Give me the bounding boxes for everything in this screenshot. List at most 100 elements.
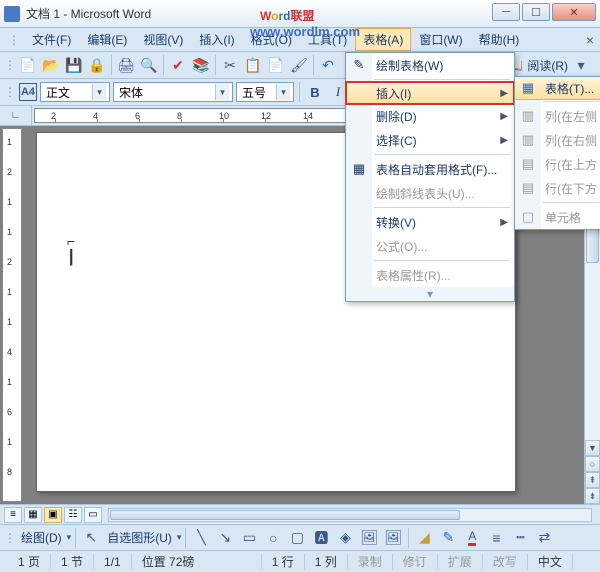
- wordart-button[interactable]: 🅰: [310, 527, 332, 549]
- menu-insert[interactable]: 插入(I): [191, 28, 242, 51]
- draw-menu[interactable]: 绘图(D): [18, 529, 65, 546]
- insert-submenu: ▦ 表格(T)... ▥ 列(在左侧 ▥ 列(在右侧 ▤ 行(在上方 ▤ 行(在…: [514, 76, 600, 230]
- style-combo[interactable]: 正文▾: [40, 82, 110, 102]
- chevron-down-icon: ▾: [92, 84, 106, 100]
- vertical-ruler[interactable]: 121121141618: [2, 128, 22, 502]
- menu-expand[interactable]: ▾: [346, 287, 514, 301]
- dash-style-button[interactable]: ┅: [509, 527, 531, 549]
- tab-selector[interactable]: ∟: [0, 106, 32, 125]
- web-view-button[interactable]: ▦: [24, 507, 42, 523]
- cut-button[interactable]: ✂: [219, 54, 241, 76]
- normal-view-button[interactable]: ≡: [4, 507, 22, 523]
- table-icon: ▦: [519, 79, 537, 97]
- row-above-icon: ▤: [519, 155, 537, 173]
- menu-help[interactable]: 帮助(H): [471, 28, 528, 51]
- menu-close-icon[interactable]: ×: [586, 32, 594, 48]
- textbox-button[interactable]: ▢: [286, 527, 308, 549]
- picture-button[interactable]: 🖼: [382, 527, 404, 549]
- status-revision[interactable]: 修订: [393, 554, 438, 570]
- maximize-button[interactable]: ☐: [522, 3, 550, 21]
- status-extend[interactable]: 扩展: [438, 554, 483, 570]
- status-column: 1 列: [305, 554, 348, 570]
- line-style-button[interactable]: ≡: [485, 527, 507, 549]
- grip-icon: ⋮: [4, 531, 16, 545]
- toolbar-options-button[interactable]: ▾: [570, 54, 592, 76]
- print-view-button[interactable]: ▣: [44, 507, 62, 523]
- status-page: 1 页: [8, 554, 51, 570]
- watermark-logo: Word联盟: [260, 2, 314, 24]
- minimize-button[interactable]: ─: [492, 3, 520, 21]
- font-size-combo[interactable]: 五号▾: [236, 82, 294, 102]
- arrow-style-button[interactable]: ⇄: [533, 527, 555, 549]
- format-painter-button[interactable]: 🖌: [288, 54, 310, 76]
- horizontal-scrollbar[interactable]: [108, 508, 592, 522]
- menu-delete[interactable]: 删除(D) ▶: [346, 104, 514, 128]
- rectangle-button[interactable]: ▭: [238, 527, 260, 549]
- next-page-button[interactable]: ⇟: [585, 488, 600, 504]
- styles-pane-button[interactable]: A4: [19, 83, 37, 101]
- menu-convert[interactable]: 转换(V) ▶: [346, 210, 514, 234]
- submenu-col-right: ▥ 列(在右侧: [515, 128, 600, 152]
- hscroll-thumb[interactable]: [110, 510, 460, 520]
- submenu-row-below: ▤ 行(在下方: [515, 176, 600, 200]
- research-button[interactable]: 📚: [190, 54, 212, 76]
- table-dropdown: ✎ 绘制表格(W) 插入(I) ▶ 删除(D) ▶ 选择(C) ▶ ▦ 表格自动…: [345, 52, 515, 302]
- menu-insert[interactable]: 插入(I) ▶: [345, 81, 515, 105]
- bold-button[interactable]: B: [305, 82, 325, 102]
- arrow-button[interactable]: ↘: [214, 527, 236, 549]
- menu-window[interactable]: 窗口(W): [411, 28, 470, 51]
- status-position: 位置 72磅: [132, 554, 262, 570]
- select-objects-button[interactable]: ↖: [80, 527, 102, 549]
- outline-view-button[interactable]: ☷: [64, 507, 82, 523]
- font-combo[interactable]: 宋体▾: [113, 82, 233, 102]
- preview-button[interactable]: 🔍: [138, 54, 160, 76]
- reading-view-button[interactable]: ▭: [84, 507, 102, 523]
- column-right-icon: ▥: [519, 131, 537, 149]
- undo-button[interactable]: ↶: [317, 54, 339, 76]
- menu-view[interactable]: 视图(V): [135, 28, 191, 51]
- clipart-button[interactable]: 🖼: [358, 527, 380, 549]
- chevron-down-icon: ▾: [67, 532, 72, 543]
- submenu-insert-table[interactable]: ▦ 表格(T)...: [514, 76, 600, 100]
- prev-page-button[interactable]: ⇞: [585, 472, 600, 488]
- permission-button[interactable]: 🔒: [86, 54, 108, 76]
- diagram-button[interactable]: ◈: [334, 527, 356, 549]
- menu-table[interactable]: 表格(A): [355, 28, 411, 51]
- statusbar: 1 页 1 节 1/1 位置 72磅 1 行 1 列 录制 修订 扩展 改写 中…: [0, 550, 600, 572]
- menu-autoformat[interactable]: ▦ 表格自动套用格式(F)...: [346, 157, 514, 181]
- fill-color-button[interactable]: ◢: [413, 527, 435, 549]
- line-button[interactable]: ╲: [190, 527, 212, 549]
- scroll-down-button[interactable]: ▼: [585, 440, 600, 456]
- copy-button[interactable]: 📋: [242, 54, 264, 76]
- menu-file[interactable]: 文件(F): [24, 28, 79, 51]
- menu-draw-table[interactable]: ✎ 绘制表格(W): [346, 53, 514, 77]
- submenu-cell: ▢ 单元格: [515, 205, 600, 229]
- oval-button[interactable]: ○: [262, 527, 284, 549]
- chevron-right-icon: ▶: [500, 88, 508, 99]
- open-button[interactable]: 📂: [40, 54, 62, 76]
- status-overwrite[interactable]: 改写: [483, 554, 528, 570]
- status-line: 1 行: [262, 554, 305, 570]
- browse-object-button[interactable]: ○: [585, 456, 600, 472]
- status-language[interactable]: 中文: [528, 554, 573, 570]
- view-bar: ≡ ▦ ▣ ☷ ▭: [0, 504, 600, 524]
- menu-select[interactable]: 选择(C) ▶: [346, 128, 514, 152]
- autoshapes-menu[interactable]: 自选图形(U): [104, 529, 175, 546]
- spellcheck-button[interactable]: ✔: [167, 54, 189, 76]
- grip-icon: ⋮: [4, 85, 16, 99]
- new-doc-button[interactable]: 📄: [17, 54, 39, 76]
- status-section: 1 节: [51, 554, 94, 570]
- close-button[interactable]: ✕: [552, 3, 596, 21]
- app-icon: [4, 6, 20, 22]
- chevron-down-icon: ▾: [215, 84, 229, 100]
- window-title: 文档 1 - Microsoft Word: [26, 5, 151, 22]
- menu-edit[interactable]: 编辑(E): [79, 28, 135, 51]
- menu-formula: 公式(O)...: [346, 234, 514, 258]
- line-color-button[interactable]: ✎: [437, 527, 459, 549]
- print-button[interactable]: 🖨: [115, 54, 137, 76]
- save-button[interactable]: 💾: [63, 54, 85, 76]
- status-record[interactable]: 录制: [348, 554, 393, 570]
- text-cursor: ⌐┃: [67, 233, 75, 266]
- font-color-button[interactable]: A: [461, 527, 483, 549]
- paste-button[interactable]: 📄: [265, 54, 287, 76]
